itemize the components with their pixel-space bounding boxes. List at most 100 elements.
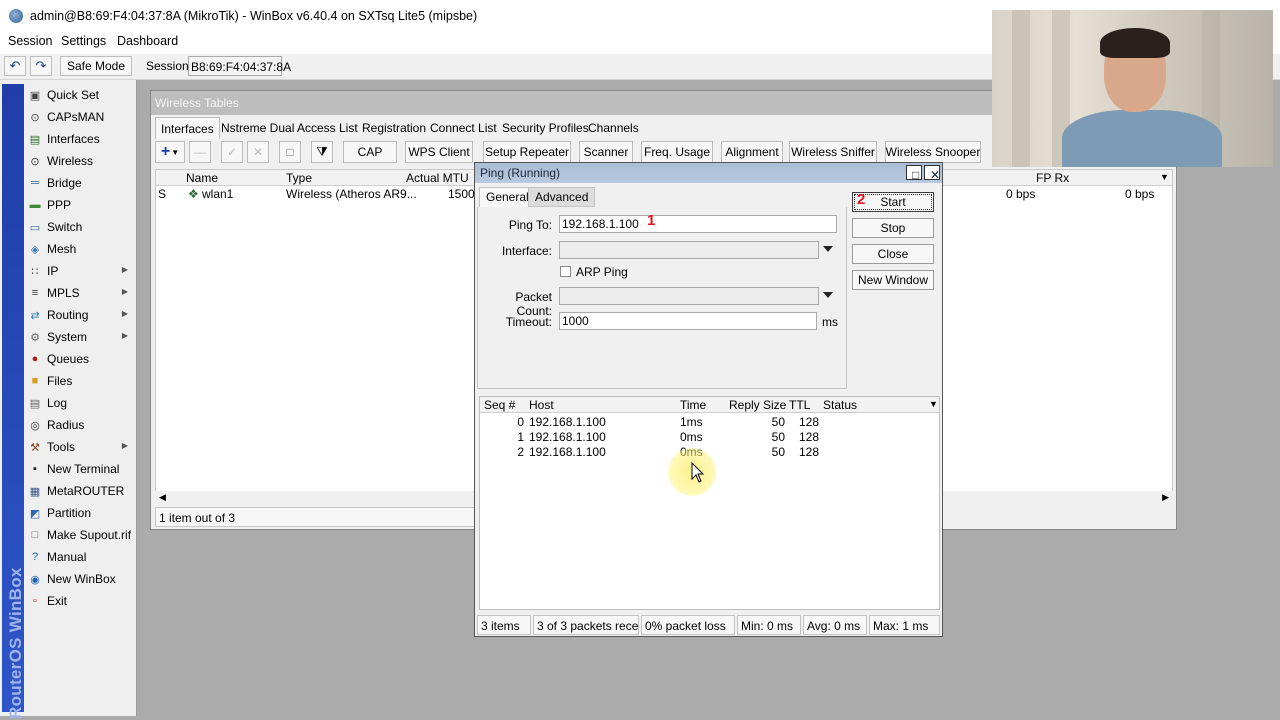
sidebar-item-mpls[interactable]: ≡ MPLS ▶ [26,282,136,304]
sidebar-item-exit[interactable]: ▫ Exit [26,590,136,612]
ip-icon: ∷ [31,265,39,278]
sidebar-item-new-terminal[interactable]: ▪ New Terminal [26,458,136,480]
comment-button[interactable]: □ [279,141,301,163]
scanner-button[interactable]: Scanner [579,141,633,163]
close-window-button[interactable]: ✕ [924,165,940,182]
packet-count-select[interactable] [559,287,819,305]
sidebar-item-bridge[interactable]: ═ Bridge [26,172,136,194]
sidebar-item-routing[interactable]: ⇄ Routing ▶ [26,304,136,326]
menu-settings[interactable]: Settings [61,34,106,48]
sidebar-item-partition[interactable]: ◩ Partition [26,502,136,524]
col-type[interactable]: Type [286,171,312,185]
sidebar-item-quick-set[interactable]: ▣ Quick Set [26,84,136,106]
interface-dropdown-icon[interactable] [823,246,833,252]
tab-access-list[interactable]: Access List [292,117,363,139]
col-actual-mtu[interactable]: Actual MTU [406,171,469,185]
ping-window: Ping (Running) □ ✕ General Advanced Ping… [474,162,943,637]
sidebar-item-ip[interactable]: ∷ IP ▶ [26,260,136,282]
tab-interfaces[interactable]: Interfaces [155,117,220,139]
scroll-left-icon[interactable]: ◀ [159,492,166,503]
menu-dashboard[interactable]: Dashboard [117,34,178,48]
columns-dropdown-icon[interactable]: ▼ [1160,172,1169,182]
sidebar-item-make-supout-rif[interactable]: □ Make Supout.rif [26,524,136,546]
remove-button[interactable]: — [189,141,211,163]
filter-button[interactable]: ⧩ [311,141,333,163]
alignment-button[interactable]: Alignment [721,141,783,163]
sidebar-item-capsman[interactable]: ⊙ CAPsMAN [26,106,136,128]
sidebar-item-label: MPLS [47,286,80,300]
col-host[interactable]: Host [529,398,554,412]
wireless-tables-title: Wireless Tables [155,96,239,110]
sidebar-item-label: Log [47,396,68,410]
tab-nstreme-dual[interactable]: Nstreme Dual [216,117,299,139]
sidebar-item-system[interactable]: ⚙ System ▶ [26,326,136,348]
cap-button[interactable]: CAP [343,141,397,163]
scroll-right-icon[interactable]: ▶ [1162,492,1169,503]
wireless-sniffer-button[interactable]: Wireless Sniffer [789,141,877,163]
status-min: Min: 0 ms [737,615,801,635]
col-fp-rx[interactable]: FP Rx [1036,171,1069,185]
window-title: admin@B8:69:F4:04:37:8A (MikroTik) - Win… [30,9,478,23]
col-name[interactable]: Name [186,171,218,185]
sidebar-item-new-winbox[interactable]: ◉ New WinBox [26,568,136,590]
tab-connect-list[interactable]: Connect List [425,117,502,139]
sidebar-item-radius[interactable]: ◎ Radius [26,414,136,436]
sidebar-item-label: MetaROUTER [47,484,125,498]
enable-button[interactable]: ✓ [221,141,243,163]
ping-titlebar[interactable]: Ping (Running) □ ✕ [475,163,942,183]
sidebar-item-interfaces[interactable]: ▤ Interfaces [26,128,136,150]
ping-result-row[interactable]: 0 192.168.1.100 1ms 50 128 [480,414,939,429]
tab-channels[interactable]: Channels [583,117,644,139]
setup-repeater-button[interactable]: Setup Repeater [483,141,571,163]
mesh-icon: ◈ [30,243,40,256]
close-button[interactable]: Close [852,244,934,264]
tab-registration[interactable]: Registration [357,117,431,139]
stop-button[interactable]: Stop [852,218,934,238]
new-window-button[interactable]: New Window [852,270,934,290]
col-seq[interactable]: Seq # [484,398,515,412]
sidebar-item-label: Switch [47,220,83,234]
arp-ping-checkbox[interactable] [560,266,571,277]
wireless-snooper-button[interactable]: Wireless Snooper [885,141,981,163]
col-ttl[interactable]: TTL [789,398,810,412]
maximize-button[interactable]: □ [906,165,922,182]
sidebar-item-manual[interactable]: ? Manual [26,546,136,568]
sidebar-item-wireless[interactable]: ⊙ Wireless [26,150,136,172]
col-status[interactable]: Status [823,398,857,412]
routing-icon: ⇄ [30,309,40,322]
sidebar-item-metarouter[interactable]: ▦ MetaROUTER [26,480,136,502]
sidebar-item-files[interactable]: ■ Files [26,370,136,392]
col-time[interactable]: Time [680,398,706,412]
queues-icon: ● [31,353,39,365]
timeout-input[interactable]: 1000 [559,312,817,330]
sidebar-item-tools[interactable]: ⚒ Tools ▶ [26,436,136,458]
ping-to-input[interactable]: 192.168.1.100 [559,215,837,233]
add-button[interactable]: + ▼ [155,141,185,163]
radius-icon: ◎ [30,419,40,432]
col-reply-size[interactable]: Reply Size [729,398,786,412]
results-columns-dropdown-icon[interactable]: ▼ [929,399,938,409]
tab-security-profiles[interactable]: Security Profiles [497,117,594,139]
freq-usage-button[interactable]: Freq. Usage [641,141,713,163]
sidebar-item-label: PPP [47,198,72,212]
partition-icon: ◩ [29,507,41,520]
tab-advanced[interactable]: Advanced [528,187,596,207]
sidebar-item-switch[interactable]: ▭ Switch [26,216,136,238]
sidebar-item-log[interactable]: ▤ Log [26,392,136,414]
quick-set-icon: ▣ [29,89,41,102]
redo-button[interactable]: ↷ [30,56,52,76]
packet-count-dropdown-icon[interactable] [823,292,833,298]
sidebar-item-mesh[interactable]: ◈ Mesh [26,238,136,260]
interface-select[interactable] [559,241,819,259]
sidebar-item-label: Mesh [47,242,77,256]
sidebar-item-queues[interactable]: ● Queues [26,348,136,370]
undo-button[interactable]: ↶ [4,56,26,76]
wps-client-button[interactable]: WPS Client [405,141,473,163]
disable-button[interactable]: ✕ [247,141,269,163]
menu-session[interactable]: Session [8,34,52,48]
safe-mode-button[interactable]: Safe Mode [60,56,132,76]
timeout-unit: ms [822,315,838,329]
sidebar-item-ppp[interactable]: ▬ PPP [26,194,136,216]
ping-result-row[interactable]: 1 192.168.1.100 0ms 50 128 [480,429,939,444]
sidebar-item-label: Wireless [47,154,94,168]
